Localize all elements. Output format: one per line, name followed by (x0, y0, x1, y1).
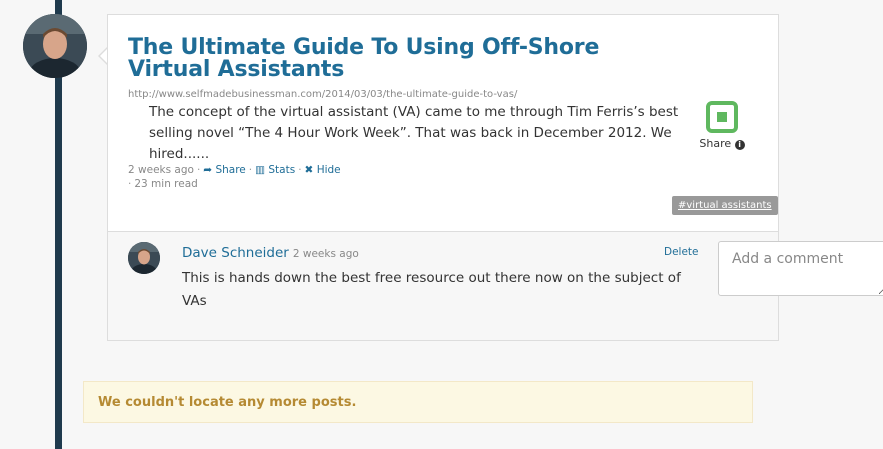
comment-delete-link[interactable]: Delete (664, 246, 699, 258)
stats-link-label: Stats (268, 164, 296, 176)
info-icon[interactable]: i (734, 140, 745, 150)
share-link[interactable]: ➦ Share (203, 164, 245, 176)
commenter-avatar[interactable] (128, 242, 160, 274)
no-more-posts-notice: We couldn't locate any more posts. (83, 381, 753, 423)
meta-separator: · (248, 164, 253, 176)
close-x-icon: ✖ (304, 164, 314, 176)
read-time: 23 min read (134, 178, 198, 190)
stats-link[interactable]: ▥ Stats (255, 164, 295, 176)
share-square-fill (717, 112, 727, 122)
post-time: 2 weeks ago (128, 164, 194, 176)
post-meta: 2 weeks ago · ➦ Share · ▥ Stats · ✖ Hide · 23 m… (128, 163, 388, 191)
post-url: http://www.selfmadebusinessman.com/2014/… (128, 89, 518, 100)
comment-author-link[interactable]: Dave Schneider (182, 245, 289, 261)
comment-author: Dave Schneider 2 weeks ago (182, 245, 359, 261)
tag-virtual-assistants[interactable]: #virtual assistants (672, 196, 778, 215)
avatar-photo (23, 14, 87, 78)
comment-time: 2 weeks ago (292, 248, 359, 260)
post-card: The Ultimate Guide To Using Off-Shore Vi… (107, 14, 779, 341)
share-link-label: Share (215, 164, 246, 176)
meta-separator: · (196, 164, 201, 176)
bar-chart-icon: ▥ (255, 164, 266, 176)
share-box-label[interactable]: Share i (698, 137, 746, 150)
hide-link-label: Hide (316, 164, 341, 176)
meta-separator: · (298, 164, 302, 176)
hide-link[interactable]: ✖ Hide (305, 164, 341, 176)
post-title-link[interactable]: The Ultimate Guide To Using Off-Shore Vi… (128, 37, 688, 81)
comment-text: This is hands down the best free resourc… (182, 270, 681, 309)
share-square-icon[interactable] (706, 101, 738, 133)
add-comment-input[interactable] (718, 241, 883, 296)
share-box-label-text: Share (699, 137, 732, 150)
author-avatar[interactable] (23, 14, 87, 78)
post-excerpt: The concept of the virtual assistant (VA… (149, 104, 679, 162)
comments-section: Dave Schneider 2 weeks ago Delete This is… (108, 231, 778, 340)
commenter-photo (128, 242, 160, 274)
share-box[interactable]: Share i (698, 101, 746, 150)
share-arrow-icon: ➦ (203, 164, 213, 176)
